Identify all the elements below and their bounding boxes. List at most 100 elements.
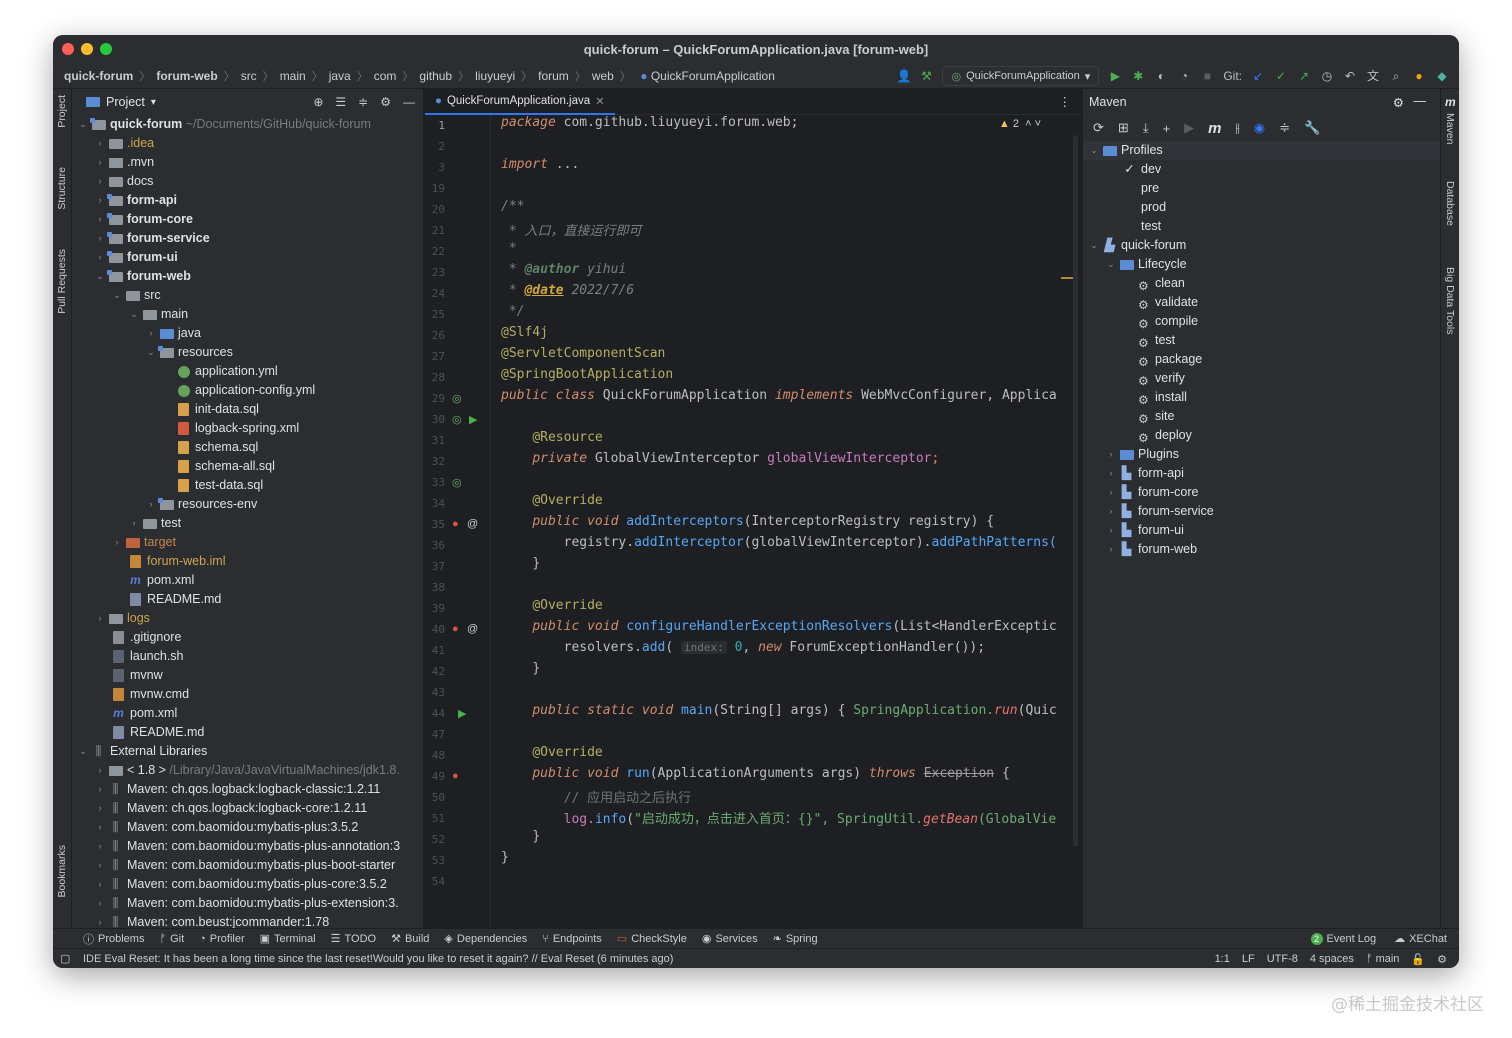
tree-node[interactable]: application-config.yml: [72, 381, 423, 400]
breadcrumb-item[interactable]: src: [241, 69, 257, 83]
gear-icon[interactable]: ⚙: [1393, 95, 1404, 110]
chevron-right-icon[interactable]: ›: [1104, 445, 1118, 464]
lifecycle-goal[interactable]: ⚙ site: [1083, 407, 1440, 426]
maven-tool-icon[interactable]: m: [1445, 95, 1456, 109]
chevron-right-icon[interactable]: ›: [93, 875, 107, 894]
tree-node[interactable]: › forum-ui: [72, 248, 423, 267]
tool-todo[interactable]: ☰ TODO: [331, 932, 376, 946]
chevron-down-icon[interactable]: ⌄: [1087, 141, 1101, 160]
chevron-down-icon[interactable]: ▾: [151, 97, 156, 108]
breadcrumb-item[interactable]: github: [419, 69, 452, 83]
chevron-right-icon[interactable]: ›: [1104, 540, 1118, 559]
chevron-right-icon[interactable]: ›: [144, 495, 158, 514]
tree-node[interactable]: › resources-env: [72, 495, 423, 514]
tree-node[interactable]: › ⫼ Maven: ch.qos.logback:logback-classic:…: [72, 780, 423, 799]
update-icon[interactable]: ●: [1412, 69, 1426, 83]
chevron-down-icon[interactable]: ⌄: [1087, 236, 1101, 255]
chevron-right-icon[interactable]: ›: [110, 533, 124, 552]
tree-node[interactable]: › ▙ form-api: [1083, 464, 1440, 483]
git-push-icon[interactable]: ↗: [1297, 69, 1311, 83]
tree-node[interactable]: › forum-service: [72, 229, 423, 248]
profile-item[interactable]: prod: [1083, 198, 1440, 217]
tree-node[interactable]: test-data.sql: [72, 476, 423, 495]
tree-node[interactable]: › .mvn: [72, 153, 423, 172]
search-icon[interactable]: ⌕: [1389, 69, 1403, 83]
file-encoding[interactable]: UTF-8: [1267, 953, 1298, 965]
tree-node[interactable]: ⌄ src: [72, 286, 423, 305]
tree-node[interactable]: › forum-core: [72, 210, 423, 229]
tree-node[interactable]: › ⫼ Maven: com.baomidou:mybatis-plus-boot-…: [72, 856, 423, 875]
tab-big-data-tools[interactable]: Big Data Tools: [1444, 267, 1456, 335]
override-gutter-icon[interactable]: ●: [452, 770, 459, 782]
tree-node[interactable]: › ⫼ Maven: com.beust:jcommander:1.78: [72, 913, 423, 928]
chevron-down-icon[interactable]: ⌄: [127, 305, 141, 324]
tree-node[interactable]: ⌄ forum-web: [72, 267, 423, 286]
settings-icon[interactable]: ⚙: [1437, 953, 1447, 966]
chevron-right-icon[interactable]: ›: [1104, 464, 1118, 483]
tool-problems[interactable]: ⓘ Problems: [83, 931, 144, 947]
tree-node[interactable]: › ▙ forum-service: [1083, 502, 1440, 521]
zoom-window-button[interactable]: [100, 43, 112, 55]
chevron-right-icon[interactable]: ›: [1104, 521, 1118, 540]
breadcrumb-item[interactable]: QuickForumApplication: [651, 69, 775, 83]
tree-node[interactable]: › ⫼ Maven: ch.qos.logback:logback-core:1.2…: [72, 799, 423, 818]
chevron-right-icon[interactable]: ›: [144, 324, 158, 343]
tree-node[interactable]: › ▙ forum-web: [1083, 540, 1440, 559]
git-commit-icon[interactable]: ✓: [1274, 69, 1288, 83]
tree-node[interactable]: › < 1.8 > /Library/Java/JavaVirtualMachin…: [72, 761, 423, 780]
chevron-down-icon[interactable]: ⌄: [76, 115, 90, 134]
chevron-down-icon[interactable]: ⌄: [1104, 255, 1118, 274]
run-icon[interactable]: ▶: [1184, 120, 1194, 136]
tree-node[interactable]: launch.sh: [72, 647, 423, 666]
tree-node[interactable]: › ⫼ Maven: com.baomidou:mybatis-plus-annot…: [72, 837, 423, 856]
git-update-icon[interactable]: ↙: [1251, 69, 1265, 83]
tab-project[interactable]: Project: [56, 95, 68, 128]
chevron-right-icon[interactable]: ›: [93, 818, 107, 837]
profile-item[interactable]: test: [1083, 217, 1440, 236]
tree-node[interactable]: › ⫼ Maven: com.baomidou:mybatis-plus-exten…: [72, 894, 423, 913]
tool-profiler[interactable]: ◔ Profiler: [199, 933, 245, 945]
vertical-scrollbar[interactable]: [1073, 135, 1078, 847]
annotation-gutter-icon[interactable]: @: [467, 623, 478, 635]
skip-tests-icon[interactable]: ◉: [1254, 120, 1265, 136]
tree-node[interactable]: › ⫼ Maven: com.baomidou:mybatis-plus-core:…: [72, 875, 423, 894]
add-project-icon[interactable]: ⊞: [1118, 120, 1129, 136]
tree-node[interactable]: ⌄ Lifecycle: [1083, 255, 1440, 274]
chevron-right-icon[interactable]: ›: [93, 172, 107, 191]
profile-icon[interactable]: ◔: [1177, 69, 1191, 83]
tree-node[interactable]: › java: [72, 324, 423, 343]
toggle-tool-windows-icon[interactable]: ▢: [60, 952, 70, 965]
stop-icon[interactable]: ■: [1200, 69, 1214, 83]
inspection-widget[interactable]: ▲ 2 ˄ ˅: [999, 118, 1041, 130]
toggle-offline-icon[interactable]: ⫲: [1236, 120, 1240, 136]
tree-node[interactable]: ⌄ ⫼ External Libraries: [72, 742, 423, 761]
tree-node[interactable]: application.yml: [72, 362, 423, 381]
tree-node[interactable]: mvnw.cmd: [72, 685, 423, 704]
tree-node[interactable]: › target: [72, 533, 423, 552]
tree-node[interactable]: schema.sql: [72, 438, 423, 457]
tree-node[interactable]: ⌄ ▙ quick-forum: [1083, 236, 1440, 255]
minimize-window-button[interactable]: [81, 43, 93, 55]
profile-item[interactable]: pre: [1083, 179, 1440, 198]
chevron-right-icon[interactable]: ›: [93, 761, 107, 780]
tool-endpoints[interactable]: ⑂ Endpoints: [542, 933, 602, 945]
tab-database[interactable]: Database: [1444, 181, 1456, 226]
tree-node[interactable]: m pom.xml: [72, 571, 423, 590]
override-gutter-icon[interactable]: ●: [452, 623, 459, 635]
chevron-right-icon[interactable]: ›: [127, 514, 141, 533]
breadcrumb-item[interactable]: web: [592, 69, 614, 83]
chevron-right-icon[interactable]: ›: [93, 191, 107, 210]
checkbox-icon[interactable]: [1121, 201, 1138, 215]
tree-node[interactable]: README.md: [72, 590, 423, 609]
indent-setting[interactable]: 4 spaces: [1310, 953, 1354, 965]
tree-node[interactable]: › Plugins: [1083, 445, 1440, 464]
tree-node[interactable]: ⌄ Profiles: [1083, 141, 1440, 160]
annotation-gutter-icon[interactable]: @: [467, 518, 478, 530]
tree-node[interactable]: README.md: [72, 723, 423, 742]
code-area[interactable]: ▲ 2 ˄ ˅ package com.github.liuyueyi.foru…: [501, 115, 1081, 928]
tree-node[interactable]: › logs: [72, 609, 423, 628]
expand-all-icon[interactable]: ☰: [335, 95, 346, 109]
status-message[interactable]: IDE Eval Reset: It has been a long time …: [83, 953, 673, 965]
bean-gutter-icon[interactable]: ◎: [452, 392, 462, 405]
tree-node[interactable]: › ⫼ Maven: com.baomidou:mybatis-plus:3.5.2: [72, 818, 423, 837]
